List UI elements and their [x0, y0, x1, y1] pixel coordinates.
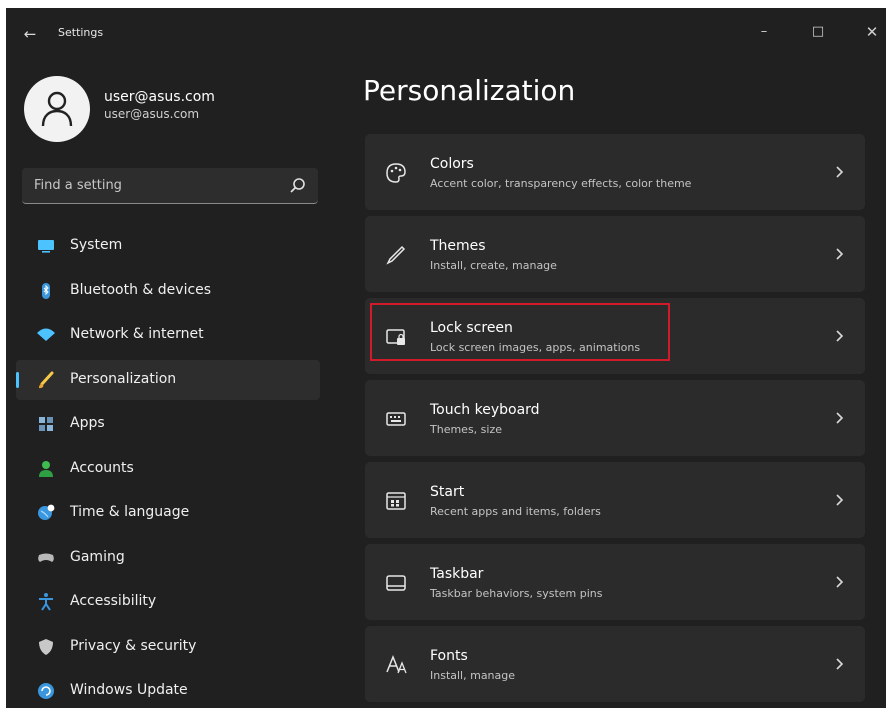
sidebar-item-accessibility[interactable]: Accessibility — [16, 582, 320, 622]
back-arrow-icon: ← — [23, 25, 37, 43]
search-icon[interactable] — [288, 176, 308, 196]
card-title: Start — [430, 484, 465, 500]
sidebar-item-label: Bluetooth & devices — [70, 281, 212, 298]
palette-icon — [386, 163, 406, 183]
card-subtitle: Recent apps and items, folders — [430, 505, 601, 518]
sidebar-item-gaming[interactable]: Gaming — [16, 538, 320, 578]
sidebar-item-label: Personalization — [70, 370, 177, 387]
card-title: Lock screen — [430, 320, 513, 336]
globe-icon — [38, 504, 55, 520]
sidebar-item-accounts[interactable]: Accounts — [16, 449, 320, 489]
apps-icon — [39, 417, 53, 431]
sidebar-item-time-language[interactable]: Time & language — [16, 493, 320, 533]
card-title: Fonts — [430, 648, 468, 664]
gamepad-icon — [38, 553, 54, 562]
card-lock-screen[interactable]: Lock screen Lock screen images, apps, an… — [365, 298, 865, 374]
sidebar-item-label: Gaming — [70, 548, 125, 565]
settings-window: ← Settings – □ ✕ user@asus.com user@asus… — [6, 8, 886, 708]
shield-icon — [39, 638, 53, 655]
sidebar-nav: System Bluetooth & devices Network & int… — [16, 226, 320, 708]
chevron-right-icon — [836, 658, 844, 670]
sidebar-item-bluetooth[interactable]: Bluetooth & devices — [16, 271, 320, 311]
chevron-right-icon — [836, 248, 844, 260]
avatar[interactable] — [24, 76, 90, 142]
sidebar-item-label: Windows Update — [70, 682, 188, 698]
card-fonts[interactable]: Fonts Install, manage — [365, 626, 865, 702]
user-name: user@asus.com — [104, 89, 215, 105]
sidebar-item-label: Apps — [70, 415, 105, 431]
sidebar-item-windows-update[interactable]: Windows Update — [16, 671, 320, 708]
bluetooth-icon — [42, 282, 50, 299]
maximize-button[interactable]: □ — [798, 18, 838, 46]
sidebar-item-label: System — [70, 237, 123, 253]
chevron-right-icon — [836, 412, 844, 424]
taskbar-icon — [386, 575, 406, 591]
sidebar-item-label: Privacy & security — [70, 637, 197, 654]
fonts-icon — [386, 654, 407, 674]
sidebar-item-label: Time & language — [70, 504, 190, 520]
card-title: Themes — [430, 238, 486, 254]
chevron-right-icon — [836, 330, 844, 342]
sidebar-item-network[interactable]: Network & internet — [16, 315, 320, 355]
card-subtitle: Taskbar behaviors, system pins — [430, 587, 603, 600]
keyboard-icon — [386, 412, 406, 426]
title-bar: ← Settings – □ ✕ — [6, 8, 886, 58]
card-touch-keyboard[interactable]: Touch keyboard Themes, size — [365, 380, 865, 456]
lock-screen-icon — [386, 329, 405, 345]
accounts-icon — [39, 460, 53, 477]
card-start[interactable]: Start Recent apps and items, folders — [365, 462, 865, 538]
chevron-right-icon — [836, 494, 844, 506]
card-colors[interactable]: Colors Accent color, transparency effect… — [365, 134, 865, 210]
sidebar-item-label: Network & internet — [70, 326, 204, 342]
card-taskbar[interactable]: Taskbar Taskbar behaviors, system pins — [365, 544, 865, 620]
update-icon — [38, 683, 54, 699]
user-email: user@asus.com — [104, 107, 200, 121]
card-subtitle: Accent color, transparency effects, colo… — [430, 177, 692, 190]
card-subtitle: Themes, size — [430, 423, 502, 436]
settings-list: Colors Accent color, transparency effect… — [365, 134, 865, 708]
brush-icon — [39, 371, 54, 388]
card-subtitle: Lock screen images, apps, animations — [430, 341, 641, 354]
person-icon — [41, 91, 73, 127]
start-icon — [386, 492, 406, 510]
sidebar-item-label: Accessibility — [70, 593, 157, 609]
card-title: Touch keyboard — [430, 402, 540, 418]
app-title: Settings — [58, 26, 104, 39]
sidebar-item-apps[interactable]: Apps — [16, 404, 320, 444]
system-icon — [38, 240, 54, 253]
sidebar-item-personalization[interactable]: Personalization — [16, 359, 320, 400]
page-title: Personalization — [363, 74, 576, 107]
sidebar-item-privacy-security[interactable]: Privacy & security — [16, 627, 320, 667]
sidebar-item-system[interactable]: System — [16, 226, 320, 266]
active-indicator — [16, 371, 19, 388]
accessibility-icon — [39, 593, 53, 611]
close-button[interactable]: ✕ — [852, 18, 886, 46]
card-title: Taskbar — [430, 566, 484, 582]
wifi-icon — [37, 328, 55, 341]
back-button[interactable]: ← — [20, 24, 40, 44]
chevron-right-icon — [836, 576, 844, 588]
card-title: Colors — [430, 156, 474, 172]
card-themes[interactable]: Themes Install, create, manage — [365, 216, 865, 292]
search-input[interactable] — [22, 168, 318, 204]
minimize-button[interactable]: – — [744, 18, 784, 46]
sidebar-item-label: Accounts — [70, 459, 134, 476]
pen-icon — [386, 245, 406, 265]
card-subtitle: Install, create, manage — [430, 259, 557, 272]
chevron-right-icon — [836, 166, 844, 178]
card-subtitle: Install, manage — [430, 669, 516, 682]
